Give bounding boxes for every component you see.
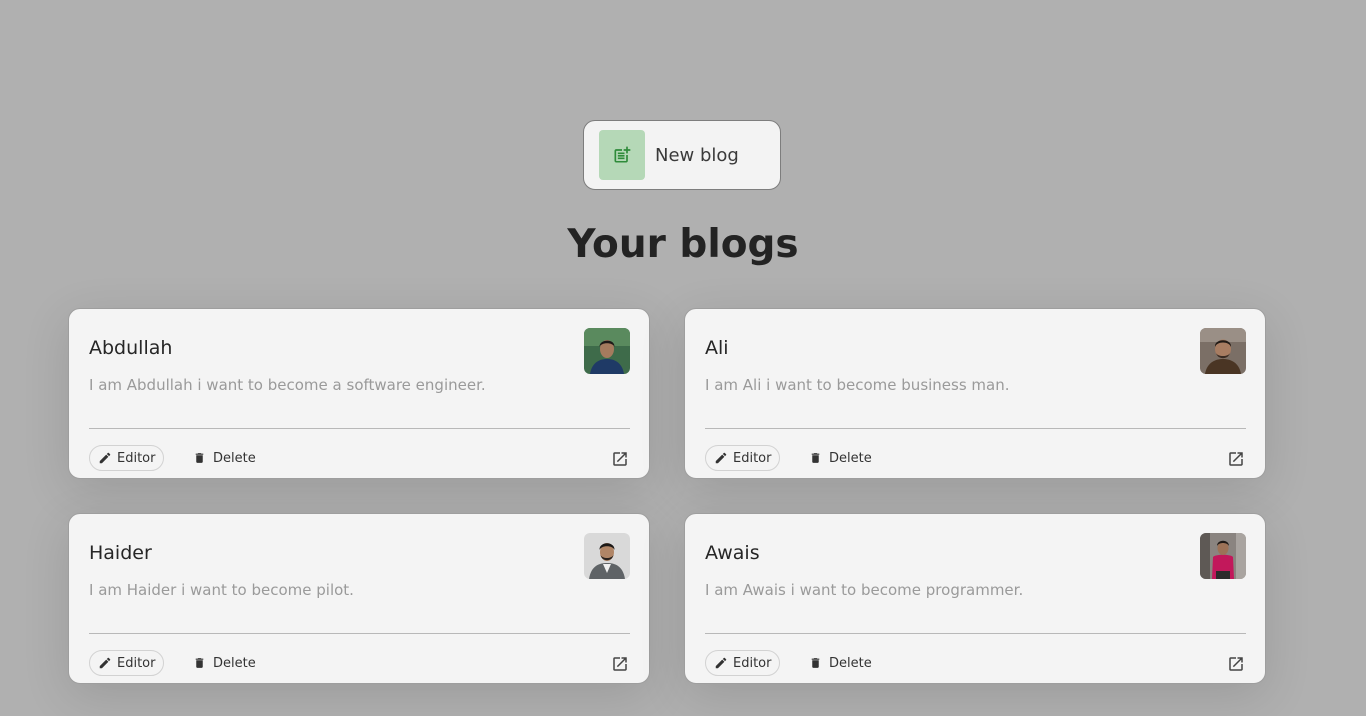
editor-button[interactable]: Editor [89, 650, 165, 676]
new-blog-button[interactable]: New blog [583, 120, 781, 190]
divider [89, 633, 630, 634]
delete-label: Delete [829, 450, 872, 466]
open-in-new-icon[interactable] [1226, 654, 1246, 674]
blog-description: I am Abdullah i want to become a softwar… [89, 376, 486, 394]
blog-card: Haider I am Haider i want to become pilo… [68, 513, 650, 684]
delete-button[interactable]: Delete [193, 650, 256, 676]
delete-button[interactable]: Delete [809, 650, 872, 676]
divider [705, 633, 1246, 634]
pencil-icon [715, 452, 727, 464]
editor-button[interactable]: Editor [705, 650, 781, 676]
blog-card: Awais I am Awais i want to become progra… [684, 513, 1266, 684]
blog-card: Ali I am Ali i want to become business m… [684, 308, 1266, 479]
blog-description: I am Ali i want to become business man. [705, 376, 1010, 394]
pencil-icon [99, 452, 111, 464]
open-in-new-icon[interactable] [610, 654, 630, 674]
delete-label: Delete [829, 655, 872, 671]
blog-title: Ali [705, 337, 729, 359]
page: New blog Your blogs Abdullah I am Abdull… [0, 0, 1366, 716]
post-add-icon [599, 130, 645, 180]
trash-icon [811, 453, 820, 463]
editor-label: Editor [117, 450, 156, 466]
editor-button[interactable]: Editor [89, 445, 165, 471]
delete-button[interactable]: Delete [193, 445, 256, 471]
pencil-icon [99, 657, 111, 669]
avatar [1200, 328, 1246, 374]
trash-icon [195, 453, 204, 463]
blog-description: I am Haider i want to become pilot. [89, 581, 354, 599]
blog-card: Abdullah I am Abdullah i want to become … [68, 308, 650, 479]
page-title: Your blogs [567, 222, 799, 267]
editor-label: Editor [733, 450, 772, 466]
trash-icon [195, 658, 204, 668]
delete-button[interactable]: Delete [809, 445, 872, 471]
avatar [584, 328, 630, 374]
blog-title: Abdullah [89, 337, 173, 359]
open-in-new-icon[interactable] [1226, 449, 1246, 469]
new-blog-label: New blog [655, 144, 739, 166]
trash-icon [811, 658, 820, 668]
divider [89, 428, 630, 429]
avatar [1200, 533, 1246, 579]
open-in-new-icon[interactable] [610, 449, 630, 469]
editor-label: Editor [117, 655, 156, 671]
blog-title: Haider [89, 542, 152, 564]
blog-description: I am Awais i want to become programmer. [705, 581, 1024, 599]
delete-label: Delete [213, 655, 256, 671]
divider [705, 428, 1246, 429]
blog-title: Awais [705, 542, 760, 564]
editor-button[interactable]: Editor [705, 445, 781, 471]
pencil-icon [715, 657, 727, 669]
delete-label: Delete [213, 450, 256, 466]
avatar [584, 533, 630, 579]
editor-label: Editor [733, 655, 772, 671]
